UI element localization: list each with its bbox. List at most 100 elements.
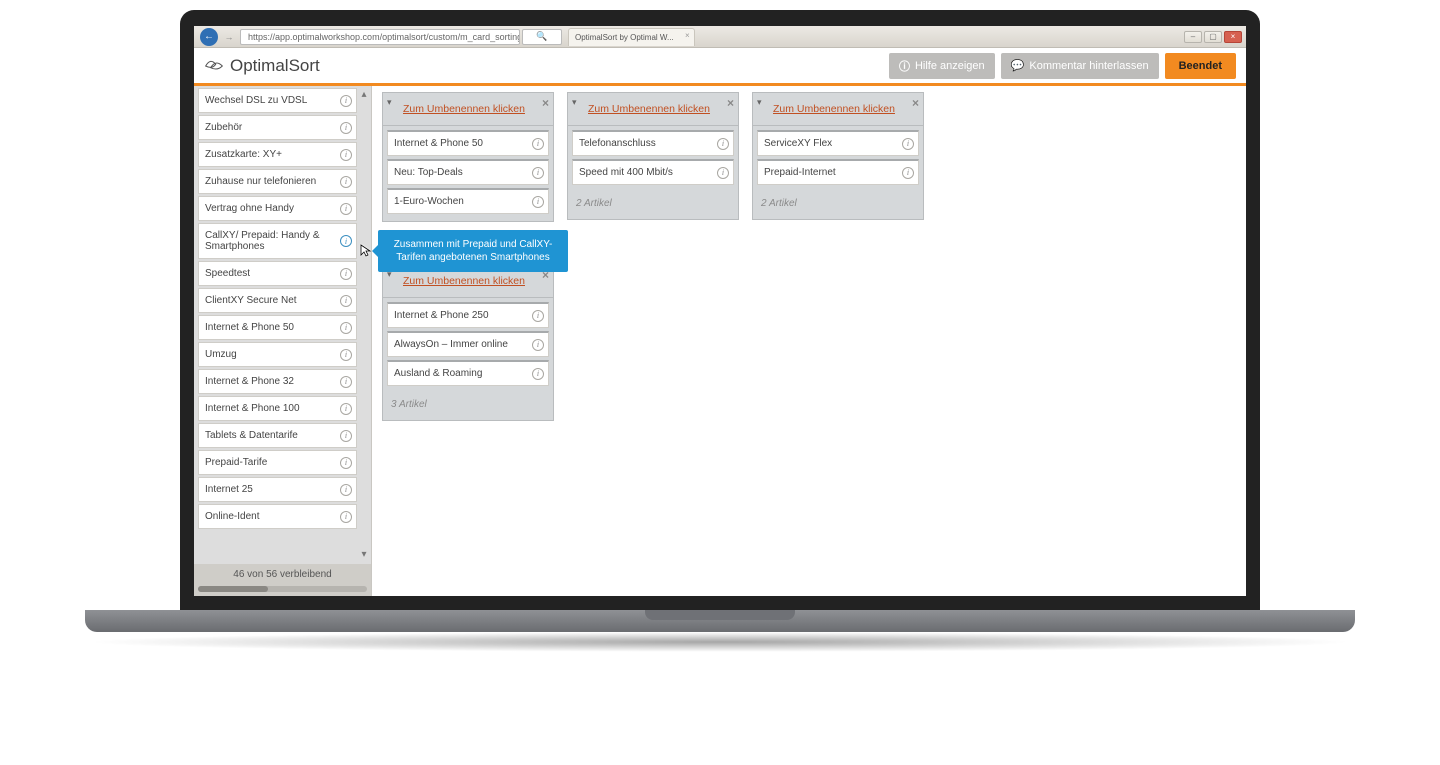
sidebar-card[interactable]: Vertrag ohne Handyi (198, 196, 357, 221)
card-group[interactable]: ▾Zum Umbenennen klicken×ServiceXY FlexiP… (752, 92, 924, 220)
info-icon[interactable]: i (717, 138, 729, 150)
close-icon[interactable]: × (727, 96, 734, 110)
card-group[interactable]: ▾Zum Umbenennen klicken×Internet & Phone… (382, 264, 554, 421)
card-label: Prepaid-Internet (764, 167, 836, 178)
done-button[interactable]: Beendet (1165, 53, 1236, 79)
info-icon[interactable]: i (340, 322, 352, 334)
info-icon[interactable]: i (532, 368, 544, 380)
card-group[interactable]: ▾ Zum Umbenennen klicken × Telefonanschluss… (567, 92, 739, 220)
info-icon[interactable]: i (532, 339, 544, 351)
info-icon[interactable]: i (340, 149, 352, 161)
sorted-card[interactable]: Neu: Top-Dealsi (387, 159, 549, 185)
url-refresh-button[interactable]: 🔍 (522, 29, 562, 45)
group-rename-link[interactable]: Zum Umbenennen klicken (773, 103, 895, 115)
group-rename-link[interactable]: Zum Umbenennen klicken (588, 103, 710, 115)
info-icon[interactable]: i (717, 167, 729, 179)
scroll-up-button[interactable]: ▴ (357, 88, 371, 100)
help-button[interactable]: ⓘ Hilfe anzeigen (889, 53, 995, 79)
info-icon[interactable]: i (340, 403, 352, 415)
info-icon[interactable]: i (340, 295, 352, 307)
info-icon[interactable]: i (532, 196, 544, 208)
sidebar-card-label: Zusatzkarte: XY+ (205, 149, 282, 160)
info-icon: ⓘ (899, 58, 910, 74)
info-icon[interactable]: i (340, 511, 352, 523)
scroll-down-button[interactable]: ▾ (357, 548, 371, 560)
browser-tab[interactable]: OptimalSort by Optimal W... × (568, 28, 695, 46)
info-icon[interactable]: i (340, 95, 352, 107)
sorted-card[interactable]: Internet & Phone 250i (387, 302, 549, 328)
sidebar-card[interactable]: Internet & Phone 100i (198, 396, 357, 421)
sorted-card[interactable]: Speed mit 400 Mbit/s i (572, 159, 734, 185)
chevron-down-icon[interactable]: ▾ (757, 97, 762, 108)
sidebar-card[interactable]: Tablets & Datentarife i (198, 423, 357, 448)
group-rename-link[interactable]: Zum Umbenennen klicken (403, 275, 525, 287)
info-icon[interactable]: i (340, 484, 352, 496)
sorted-card[interactable]: Internet & Phone 50i (387, 130, 549, 156)
url-bar[interactable]: https://app.optimalworkshop.com/optimals… (240, 29, 520, 45)
info-icon[interactable]: i (532, 167, 544, 179)
sidebar-card-label: Tablets & Datentarife (205, 430, 298, 441)
info-icon[interactable]: i (340, 176, 352, 188)
sidebar-scrollbar-track[interactable] (198, 586, 367, 592)
info-icon[interactable]: i (532, 138, 544, 150)
app-logo: OptimalSort (204, 56, 320, 76)
sidebar-card[interactable]: Internet 25i (198, 477, 357, 502)
sidebar-card[interactable]: Umzugi (198, 342, 357, 367)
card-label: 1-Euro-Wochen (394, 196, 464, 207)
sidebar-card[interactable]: Zubehöri (198, 115, 357, 140)
comment-button[interactable]: 💬 Kommentar hinterlassen (1001, 53, 1159, 79)
group-body: Telefonanschlussi Speed mit 400 Mbit/s i (568, 126, 738, 192)
info-icon[interactable]: i (340, 203, 352, 215)
card-group[interactable]: ▾ Zum Umbenennen klicken × Internet & Phone… (382, 92, 554, 222)
chevron-down-icon[interactable]: ▾ (387, 97, 392, 108)
tab-label: OptimalSort by Optimal W... (575, 33, 674, 42)
card-label: Speed mit 400 Mbit/s (579, 167, 673, 178)
info-icon[interactable]: i (532, 310, 544, 322)
sidebar-card-label: ClientXY Secure Net (205, 295, 297, 306)
info-icon[interactable]: i (340, 235, 352, 247)
remaining-count: 46 von 56 verbleibend (233, 569, 331, 580)
sorted-card[interactable]: AlwaysOn – Immer onlinei (387, 331, 549, 357)
arrow-right-icon: → (225, 32, 234, 42)
info-icon[interactable]: i (340, 376, 352, 388)
sorted-card[interactable]: Prepaid-Internet i (757, 159, 919, 185)
sidebar-card[interactable]: Speedtesti (198, 261, 357, 286)
group-rename-link[interactable]: Zum Umbenennen klicken (403, 103, 525, 115)
info-icon[interactable]: i (340, 349, 352, 361)
info-icon[interactable]: i (340, 430, 352, 442)
sorted-card[interactable]: 1-Euro-Wochen i (387, 188, 549, 214)
sorted-card[interactable]: ServiceXY Flex i (757, 130, 919, 156)
card-sidebar: ▴ Wechsel DSL zu VDSLiZubehöriZusatzkart… (194, 86, 372, 596)
sorting-canvas[interactable]: ▾ Zum Umbenennen klicken × Internet & Phone… (372, 86, 1246, 596)
info-icon[interactable]: i (902, 138, 914, 150)
window-controls: – ▢ × (1184, 31, 1242, 43)
close-icon[interactable]: × (912, 96, 919, 110)
window-minimize-button[interactable]: – (1184, 31, 1202, 43)
sorted-card[interactable]: Telefonanschlussi (572, 130, 734, 156)
sidebar-scroll[interactable]: Wechsel DSL zu VDSLiZubehöriZusatzkarte:… (194, 86, 371, 564)
sidebar-scrollbar-thumb[interactable] (198, 586, 268, 592)
logo-text: OptimalSort (230, 56, 320, 76)
card-label: ServiceXY Flex (764, 138, 832, 149)
info-icon[interactable]: i (340, 457, 352, 469)
chevron-down-icon[interactable]: ▾ (572, 97, 577, 108)
info-icon[interactable]: i (340, 122, 352, 134)
window-close-button[interactable]: × (1224, 31, 1242, 43)
sidebar-card[interactable]: Online-Identi (198, 504, 357, 529)
close-icon[interactable]: × (542, 96, 549, 110)
sorted-card[interactable]: Ausland & Roamingi (387, 360, 549, 386)
sidebar-card[interactable]: Prepaid-Tarifei (198, 450, 357, 475)
window-maximize-button[interactable]: ▢ (1204, 31, 1222, 43)
sidebar-card[interactable]: Wechsel DSL zu VDSLi (198, 88, 357, 113)
sidebar-card[interactable]: CallXY/ Prepaid: Handy & Smartphonesi (198, 223, 357, 259)
sidebar-card[interactable]: ClientXY Secure Net i (198, 288, 357, 313)
close-icon[interactable]: × (685, 31, 690, 40)
browser-back-button[interactable]: ← (200, 28, 218, 46)
sidebar-card[interactable]: Internet & Phone 32i (198, 369, 357, 394)
sidebar-card[interactable]: Zusatzkarte: XY+ i (198, 142, 357, 167)
sidebar-card[interactable]: Internet & Phone 50i (198, 315, 357, 340)
browser-forward-button[interactable]: → (222, 30, 236, 44)
sidebar-card[interactable]: Zuhause nur telefoniereni (198, 169, 357, 194)
info-icon[interactable]: i (340, 268, 352, 280)
info-icon[interactable]: i (902, 167, 914, 179)
